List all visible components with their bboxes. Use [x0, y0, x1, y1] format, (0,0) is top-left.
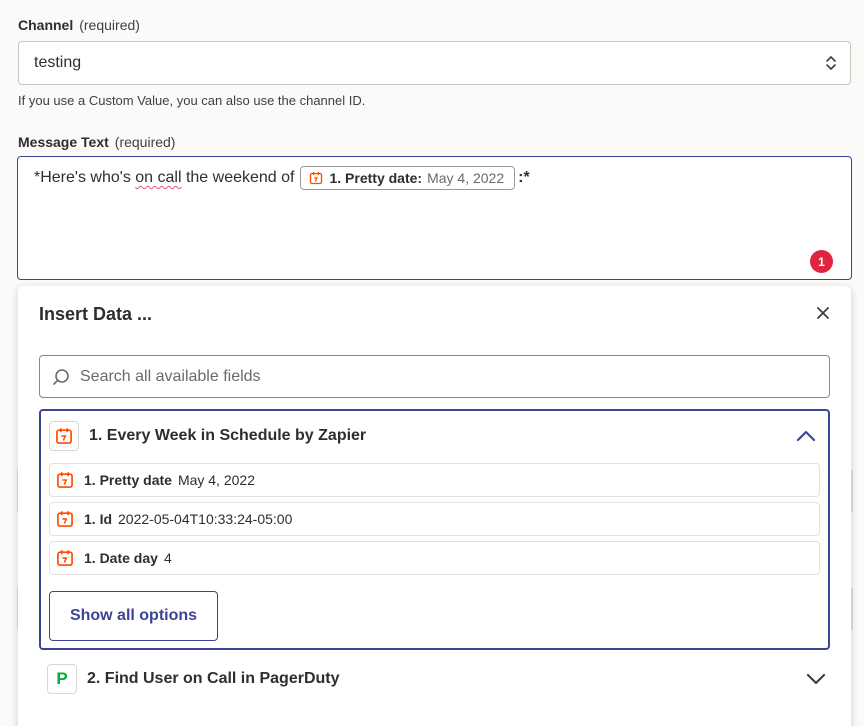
- step-1-title: 1. Every Week in Schedule by Zapier: [89, 427, 367, 444]
- calendar-icon: [56, 428, 72, 444]
- message-text-start: *Here's who's: [34, 169, 136, 186]
- step-2-header[interactable]: P 2. Find User on Call in PagerDuty: [47, 664, 830, 694]
- pill-label: 1. Pretty date:: [329, 170, 423, 186]
- option-label: 1. Id: [84, 511, 113, 527]
- channel-label: Channel (required): [18, 17, 140, 33]
- message-label-text: Message Text: [18, 134, 109, 150]
- channel-hint: If you use a Custom Value, you can also …: [18, 93, 366, 108]
- data-pill-pretty-date[interactable]: 1. Pretty date: May 4, 2022: [300, 166, 516, 190]
- option-value: 4: [163, 550, 172, 566]
- pill-value: May 4, 2022: [427, 170, 505, 186]
- option-pretty-date[interactable]: 1. Pretty date May 4, 2022: [49, 463, 820, 497]
- option-label: 1. Pretty date: [84, 472, 172, 488]
- message-text-end: :*: [518, 169, 530, 186]
- step-2-title: 2. Find User on Call in PagerDuty: [87, 670, 340, 687]
- option-label: 1. Date day: [84, 550, 158, 566]
- search-input[interactable]: [80, 367, 829, 386]
- calendar-icon: [57, 550, 73, 566]
- calendar-icon: [57, 472, 73, 488]
- step-1-section: 1. Every Week in Schedule by Zapier 1. P…: [39, 409, 830, 650]
- select-caret-icon: [826, 56, 836, 70]
- insert-data-panel: Insert Data ... 1. Every Week in Schedul…: [18, 286, 851, 726]
- channel-value: testing: [34, 54, 82, 71]
- channel-label-text: Channel: [18, 17, 74, 33]
- calendar-icon: [57, 511, 73, 527]
- show-all-options-button[interactable]: Show all options: [49, 591, 218, 641]
- channel-required-text: (required): [79, 17, 140, 33]
- option-date-day[interactable]: 1. Date day 4: [49, 541, 820, 575]
- option-value: 2022-05-04T10:33:24-05:00: [118, 511, 293, 527]
- schedule-app-icon: [49, 421, 79, 451]
- step-1-header[interactable]: 1. Every Week in Schedule by Zapier: [49, 421, 820, 451]
- message-label: Message Text (required): [18, 134, 175, 150]
- close-icon[interactable]: [815, 305, 831, 321]
- message-required-text: (required): [114, 134, 176, 150]
- search-icon: [53, 369, 69, 385]
- chevron-down-icon[interactable]: [806, 672, 826, 686]
- message-text-middle: the weekend of: [181, 169, 295, 186]
- message-text-input[interactable]: *Here's who's on call the weekend of 1. …: [17, 156, 852, 280]
- notification-badge: 1: [810, 250, 833, 273]
- insert-data-title: Insert Data ...: [39, 304, 153, 324]
- search-field[interactable]: [39, 355, 830, 398]
- message-content: *Here's who's on call the weekend of 1. …: [34, 165, 530, 191]
- chevron-up-icon[interactable]: [796, 429, 816, 443]
- message-spellcheck-word: on call: [135, 169, 182, 186]
- pagerduty-icon: P: [47, 664, 77, 694]
- calendar-icon: [310, 172, 323, 185]
- option-value: May 4, 2022: [177, 472, 255, 488]
- channel-select[interactable]: testing: [18, 41, 851, 85]
- option-id[interactable]: 1. Id 2022-05-04T10:33:24-05:00: [49, 502, 820, 536]
